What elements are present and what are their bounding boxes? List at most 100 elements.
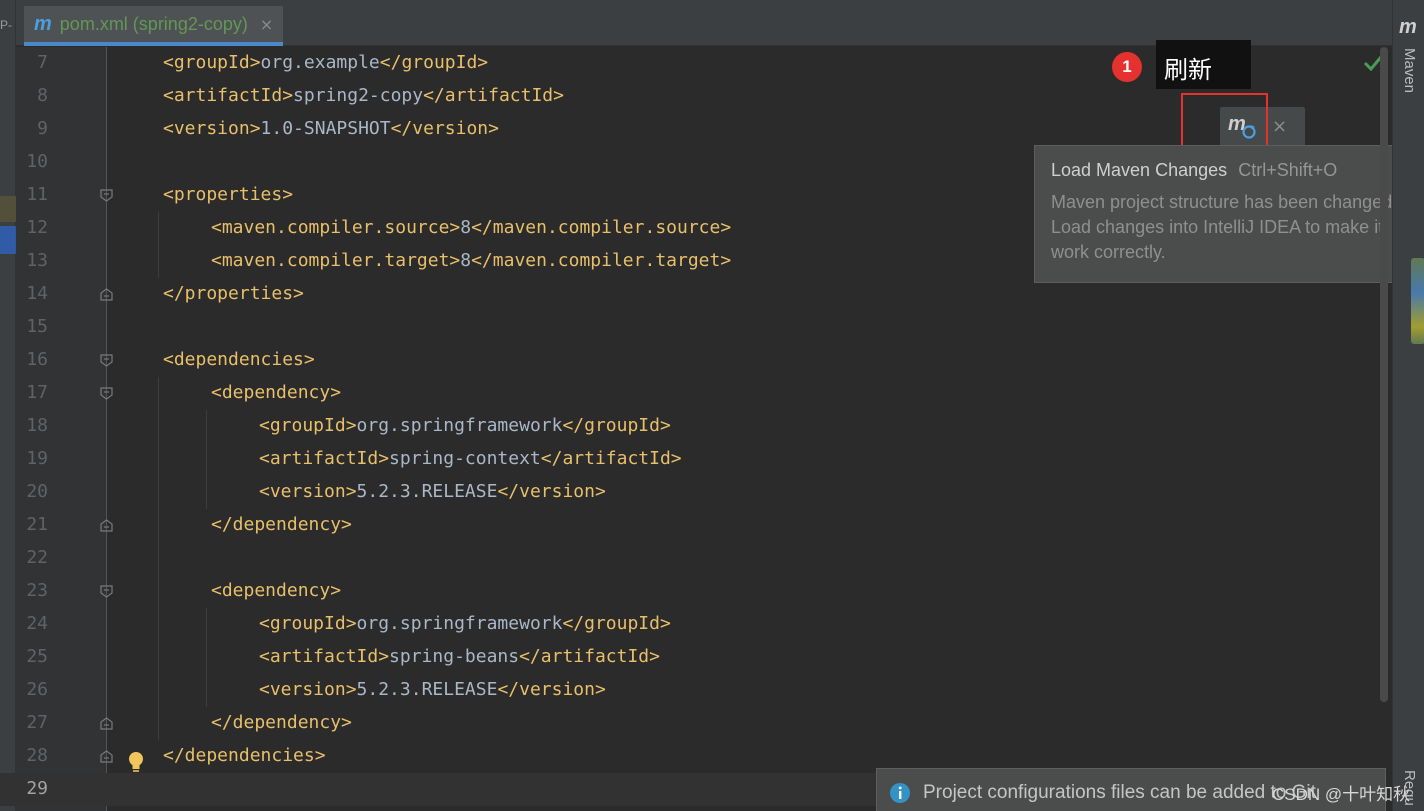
code-text: </dependencies> (163, 745, 326, 766)
line-number: 26 (26, 679, 48, 700)
line-number: 8 (37, 85, 48, 106)
code-line[interactable]: 20 <version>5.2.3.RELEASE</version> (0, 476, 1380, 509)
left-strip-text: P- (0, 18, 12, 32)
xml-tag: </dependency> (211, 712, 352, 733)
line-number: 12 (26, 217, 48, 238)
lightbulb-icon[interactable] (126, 750, 146, 774)
code-text: <groupId>org.example</groupId> (163, 52, 488, 73)
tab-pom-xml[interactable]: m pom.xml (spring2-copy) × (24, 6, 284, 46)
xml-value: org.example (260, 52, 380, 73)
line-number: 13 (26, 250, 48, 271)
code-text: <groupId>org.springframework</groupId> (259, 613, 671, 634)
fold-end-icon[interactable] (100, 750, 113, 763)
fold-start-icon[interactable] (100, 354, 113, 367)
xml-value: 5.2.3.RELEASE (356, 679, 498, 700)
code-text: </dependency> (211, 712, 352, 733)
scrollbar-thumb[interactable] (1380, 47, 1388, 702)
xml-tag: <groupId> (259, 613, 357, 634)
xml-value: spring2-copy (293, 85, 424, 106)
info-icon (890, 783, 910, 803)
notification-message: Project configurations files can be adde… (923, 782, 1316, 803)
xml-tag: </groupId> (562, 613, 671, 634)
fold-end-icon[interactable] (100, 288, 113, 301)
code-text: <version>5.2.3.RELEASE</version> (259, 481, 606, 502)
code-line[interactable]: 9 <version>1.0-SNAPSHOT</version> (0, 113, 1380, 146)
right-tool-strip: m Maven Requ (1392, 0, 1424, 811)
line-number: 23 (26, 580, 48, 601)
indent-guide (158, 212, 159, 278)
xml-tag: <dependency> (211, 580, 342, 601)
xml-tag: <properties> (163, 184, 294, 205)
code-line[interactable]: 21 </dependency> (0, 509, 1380, 542)
line-number: 28 (26, 745, 48, 766)
xml-tag: </maven.compiler.target> (471, 250, 732, 271)
indent-guide (206, 608, 207, 707)
code-line[interactable]: 25 <artifactId>spring-beans</artifactId> (0, 641, 1380, 674)
xml-tag: </version> (497, 481, 606, 502)
tab-close-icon[interactable]: × (260, 15, 273, 34)
xml-value: 5.2.3.RELEASE (356, 481, 498, 502)
fold-end-icon[interactable] (100, 717, 113, 730)
code-text: <dependency> (211, 580, 341, 601)
maven-tool-window-button[interactable]: Maven (1401, 48, 1418, 93)
xml-tag: <maven.compiler.target> (211, 250, 461, 271)
tab-file-name: pom.xml (spring2-copy) (59, 13, 248, 34)
line-number: 9 (37, 118, 48, 139)
code-line[interactable]: 24 <groupId>org.springframework</groupId> (0, 608, 1380, 641)
code-line[interactable]: 16 <dependencies> (0, 344, 1380, 377)
annotation-highlight-box (1181, 93, 1268, 151)
line-number: 25 (26, 646, 48, 667)
line-number: 21 (26, 514, 48, 535)
line-number: 11 (26, 184, 48, 205)
csdn-watermark: CSDN @十叶知秋 (1272, 785, 1411, 804)
line-number: 14 (26, 283, 48, 304)
xml-tag: </groupId> (379, 52, 489, 73)
fold-start-icon[interactable] (100, 189, 113, 202)
line-number: 22 (26, 547, 48, 568)
code-line[interactable]: 27 </dependency> (0, 707, 1380, 740)
code-text: </dependency> (211, 514, 352, 535)
fold-start-icon[interactable] (100, 585, 113, 598)
line-number: 15 (26, 316, 48, 337)
tooltip-title: Load Maven Changes (1051, 160, 1228, 180)
xml-tag: </groupId> (562, 415, 671, 436)
xml-tag: <maven.compiler.source> (211, 217, 461, 238)
xml-tag: <dependencies> (163, 349, 315, 370)
xml-tag: </version> (390, 118, 499, 139)
xml-tag: <version> (259, 679, 357, 700)
code-line[interactable]: 23 <dependency> (0, 575, 1380, 608)
code-line[interactable]: 19 <artifactId>spring-context</artifactId… (0, 443, 1380, 476)
code-text: <properties> (163, 184, 293, 205)
code-text: <artifactId>spring2-copy</artifactId> (163, 85, 564, 106)
code-line[interactable]: 17 <dependency> (0, 377, 1380, 410)
xml-tag: <groupId> (259, 415, 357, 436)
line-number: 10 (26, 151, 48, 172)
xml-tag: <version> (259, 481, 357, 502)
xml-tag: <artifactId> (163, 85, 294, 106)
minimap-indicator (1411, 258, 1424, 344)
maven-m-icon: m (34, 12, 52, 35)
code-line[interactable]: 15 (0, 311, 1380, 344)
line-number: 27 (26, 712, 48, 733)
xml-tag: <version> (163, 118, 261, 139)
maven-float-close-icon[interactable]: × (1272, 116, 1287, 137)
tooltip-body: Maven project structure has been changed… (1051, 192, 1398, 262)
code-line[interactable]: 26 <version>5.2.3.RELEASE</version> (0, 674, 1380, 707)
xml-value: org.springframework (356, 415, 563, 436)
editor-scrollbar[interactable] (1378, 47, 1390, 702)
code-line[interactable]: 22 (0, 542, 1380, 575)
xml-value: 1.0-SNAPSHOT (260, 118, 391, 139)
annotation-badge: 1 (1112, 52, 1142, 82)
indent-guide (206, 410, 207, 509)
maven-tool-icon[interactable]: m (1399, 16, 1417, 39)
indent-guide (158, 377, 159, 740)
xml-tag: </maven.compiler.source> (471, 217, 732, 238)
xml-tag: <artifactId> (259, 646, 390, 667)
fold-start-icon[interactable] (100, 387, 113, 400)
code-text: <dependency> (211, 382, 341, 403)
code-line[interactable]: 18 <groupId>org.springframework</groupId> (0, 410, 1380, 443)
annotation-label: 刷新 (1156, 40, 1251, 89)
tooltip-shortcut: Ctrl+Shift+O (1238, 160, 1338, 180)
code-text: <dependencies> (163, 349, 315, 370)
fold-end-icon[interactable] (100, 519, 113, 532)
